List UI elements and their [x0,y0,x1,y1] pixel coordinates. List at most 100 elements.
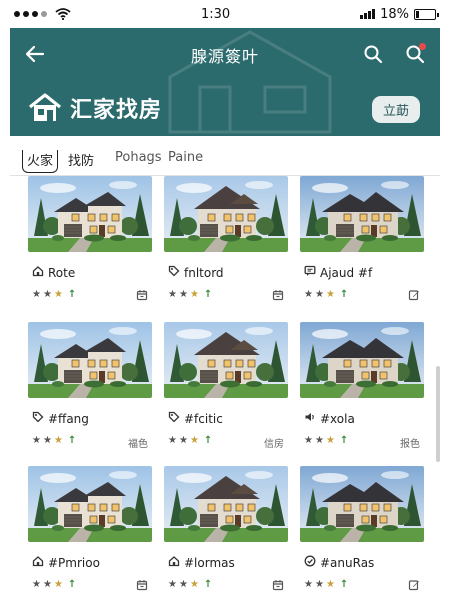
battery-icon [413,8,439,20]
listing-photo[interactable] [28,466,152,542]
star-icon: ★ [314,435,324,446]
tab-0[interactable]: 火家 [22,150,59,173]
listing-title-text: fnltord [184,265,224,280]
star-icon: ★ [32,579,41,590]
listing-title-text: Rote [48,265,76,280]
tab-1[interactable]: 找防 [68,150,94,169]
star-icon: ★ [168,579,177,590]
listing-card[interactable]: #fcitic ★ ★ ★ ↑ 信房 [164,322,288,454]
listing-card[interactable]: Ajaud #f ★ ★ ★ ↑ [300,176,424,308]
star-icon: ★ [178,435,188,446]
listing-title-text: #anuRas [320,555,375,570]
star-icon: ★ [168,289,177,300]
star-icon: ★ [325,289,335,300]
edit-icon[interactable] [408,289,420,304]
header: 腺源簽叶 汇家找房 立莇 [10,28,440,136]
tab-2[interactable]: Pohags [115,150,162,165]
up-arrow-icon: ↑ [67,579,77,590]
listing-photo[interactable] [28,176,152,252]
star-rating: ★ ★ ★ ↑ [168,289,212,300]
up-arrow-icon: ↑ [67,435,77,446]
scrollbar[interactable] [436,366,440,462]
listing-title-text: #fcitic [184,411,223,426]
up-arrow-icon: ↑ [203,435,213,446]
star-icon: ★ [304,435,313,446]
up-arrow-icon: ↑ [339,435,349,446]
chat-icon [304,265,316,280]
tag-icon [168,411,180,426]
star-rating: ★ ★ ★ ↑ [168,435,212,446]
star-rating: ★ ★ ★ ↑ [168,579,212,590]
house-logo-icon [29,93,61,121]
listing-meta[interactable]: 福色 [128,435,148,450]
listing-card[interactable]: fnltord ★ ★ ★ ↑ [164,176,288,308]
star-rating: ★ ★ ★ ↑ [32,289,76,300]
up-arrow-icon: ↑ [203,289,213,300]
tab-3[interactable]: Paine [168,150,203,165]
listing-photo[interactable] [28,322,152,398]
listing-title: #xola [304,411,355,426]
listing-title: Ajaud #f [304,265,372,280]
listing-meta[interactable]: 信房 [264,435,284,450]
calendar-icon[interactable] [136,289,148,304]
calendar-icon[interactable] [272,579,284,594]
star-rating: ★ ★ ★ ↑ [32,435,76,446]
listing-title: #ffang [32,411,89,426]
listing-card[interactable]: Rote ★ ★ ★ ↑ [28,176,152,308]
edit-icon[interactable] [408,579,420,594]
listing-card[interactable]: #Pmrioo ★ ★ ★ ↑ [28,466,152,598]
search-icon [364,45,383,64]
star-icon: ★ [53,579,63,590]
app-screen: 1:30 18% 腺源簽叶 汇家找房 立莇 火家 找防 Pohags Paine… [0,0,450,600]
star-icon: ★ [314,289,324,300]
speaker-icon [304,411,316,426]
star-icon: ★ [189,579,199,590]
star-icon: ★ [32,289,41,300]
star-icon: ★ [42,579,52,590]
header-action-button[interactable]: 立莇 [372,96,420,123]
listing-card[interactable]: #xola ★ ★ ★ ↑ 报色 [300,322,424,454]
battery-percent: 18% [380,6,409,22]
home-outline-icon [32,265,44,280]
listing-card[interactable]: #anuRas ★ ★ ★ ↑ [300,466,424,598]
up-arrow-icon: ↑ [339,289,349,300]
brand-title: 汇家找房 [70,98,163,123]
listing-card[interactable]: #ffang ★ ★ ★ ↑ 福色 [28,322,152,454]
listing-meta[interactable]: 报色 [400,435,420,450]
home-outline-icon [32,555,44,570]
brand: 汇家找房 [28,92,162,124]
star-icon: ★ [178,289,188,300]
listing-title: #fcitic [168,411,223,426]
listing-title: fnltord [168,265,224,280]
star-icon: ★ [53,435,63,446]
tag-icon [32,411,44,426]
star-icon: ★ [189,435,199,446]
calendar-icon[interactable] [136,579,148,594]
star-icon: ★ [314,579,324,590]
star-icon: ★ [53,289,63,300]
listing-grid: Rote ★ ★ ★ ↑ fnltord ★ ★ ★ ↑ Ajaud #f ★ ★ ★ ↑ #ffang ★ ★ ★… [10,176,440,600]
up-arrow-icon: ↑ [67,289,77,300]
calendar-icon[interactable] [272,289,284,304]
star-icon: ★ [168,435,177,446]
star-icon: ★ [32,435,41,446]
wifi-icon [55,8,71,20]
search-button[interactable] [356,37,390,71]
listing-photo[interactable] [300,176,424,252]
listing-photo[interactable] [300,322,424,398]
star-rating: ★ ★ ★ ↑ [32,579,76,590]
messages-button[interactable] [398,37,432,71]
listing-title: #lormas [168,555,235,570]
listing-photo[interactable] [300,466,424,542]
check-circle-icon [304,555,316,570]
star-icon: ★ [42,435,52,446]
listing-photo[interactable] [164,466,288,542]
listing-title: #anuRas [304,555,374,570]
star-icon: ★ [189,289,199,300]
listing-photo[interactable] [164,322,288,398]
home-outline-icon [168,555,180,570]
listing-card[interactable]: #lormas ★ ★ ★ ↑ [164,466,288,598]
star-icon: ★ [304,579,313,590]
star-rating: ★ ★ ★ ↑ [304,579,348,590]
listing-photo[interactable] [164,176,288,252]
